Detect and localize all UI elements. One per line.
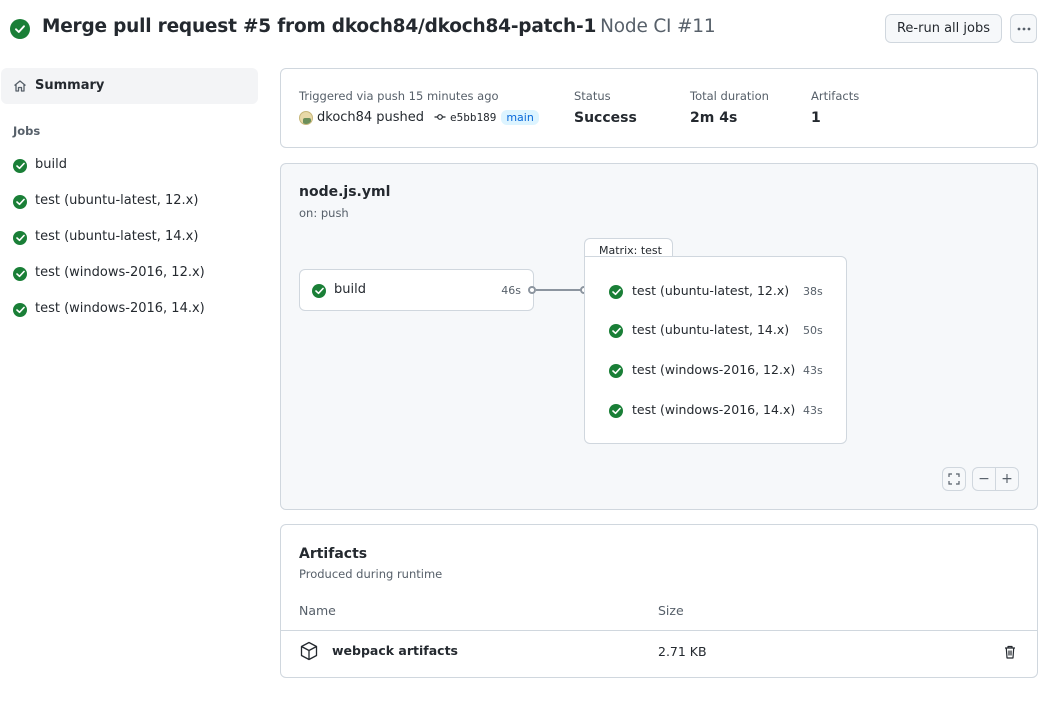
run-title: Merge pull request #5 from dkoch84/dkoch… bbox=[42, 16, 597, 37]
sidebar-job-test-windows-12[interactable]: test (windows-2016, 12.x) bbox=[1, 259, 258, 289]
artifacts-card: Artifacts Produced during runtime Name S… bbox=[280, 524, 1038, 678]
more-options-button[interactable] bbox=[1010, 14, 1037, 43]
artifacts-count-label: Artifacts bbox=[811, 89, 860, 103]
graph-job-name: test (windows-2016, 14.x) bbox=[632, 402, 796, 417]
artifacts-subtitle: Produced during runtime bbox=[299, 567, 443, 581]
graph-job-name: build bbox=[334, 282, 366, 297]
sidebar-job-label: build bbox=[35, 157, 67, 172]
graph-job-name: test (windows-2016, 12.x) bbox=[632, 362, 796, 377]
status-value: Success bbox=[574, 110, 637, 126]
workflow-graph-card: node.js.yml on: push build 46s Matrix: t… bbox=[280, 163, 1038, 510]
sidebar-job-build[interactable]: build bbox=[1, 151, 258, 181]
workflow-run-id: Node CI #11 bbox=[600, 16, 716, 37]
kebab-horizontal-icon bbox=[1017, 27, 1030, 30]
status-label: Status bbox=[574, 89, 611, 103]
check-circle-icon bbox=[609, 404, 623, 418]
graph-job-name: test (ubuntu-latest, 12.x) bbox=[632, 283, 790, 298]
branch-tag[interactable]: main bbox=[501, 110, 539, 125]
check-circle-icon bbox=[609, 285, 623, 299]
fullscreen-button[interactable] bbox=[942, 467, 966, 491]
artifact-name-link[interactable]: webpack artifacts bbox=[332, 643, 458, 658]
graph-connector-line bbox=[536, 289, 581, 291]
home-icon bbox=[13, 79, 27, 97]
sidebar-job-label: test (ubuntu-latest, 14.x) bbox=[35, 229, 199, 244]
sidebar-job-label: test (ubuntu-latest, 12.x) bbox=[35, 193, 199, 208]
sidebar-job-label: test (windows-2016, 12.x) bbox=[35, 265, 205, 280]
commit-sha-link[interactable]: e5bb189 bbox=[450, 111, 496, 124]
workflow-trigger: on: push bbox=[299, 206, 349, 220]
sidebar-job-label: test (windows-2016, 14.x) bbox=[35, 301, 205, 316]
jobs-heading: Jobs bbox=[13, 124, 41, 138]
check-circle-icon bbox=[609, 324, 623, 338]
artifacts-divider bbox=[281, 630, 1037, 631]
artifacts-title: Artifacts bbox=[299, 546, 368, 562]
sidebar-summary-label: Summary bbox=[35, 78, 105, 93]
graph-job-test-ubuntu-12[interactable]: test (ubuntu-latest, 12.x) 38s bbox=[609, 282, 829, 302]
package-icon bbox=[300, 641, 318, 665]
graph-job-duration: 38s bbox=[803, 285, 823, 298]
graph-job-test-ubuntu-14[interactable]: test (ubuntu-latest, 14.x) 50s bbox=[609, 321, 829, 341]
duration-value: 2m 4s bbox=[690, 110, 738, 126]
check-circle-icon bbox=[13, 159, 27, 173]
check-circle-icon bbox=[609, 364, 623, 378]
graph-job-duration: 43s bbox=[803, 404, 823, 417]
graph-job-test-windows-12[interactable]: test (windows-2016, 12.x) 43s bbox=[609, 361, 829, 381]
sidebar-job-test-ubuntu-12[interactable]: test (ubuntu-latest, 12.x) bbox=[1, 187, 258, 217]
sidebar-item-summary[interactable]: Summary bbox=[1, 68, 258, 104]
zoom-out-button[interactable]: − bbox=[972, 467, 996, 491]
rerun-all-jobs-button[interactable]: Re-run all jobs bbox=[885, 14, 1002, 43]
check-circle-icon bbox=[13, 195, 27, 209]
check-circle-icon bbox=[13, 267, 27, 281]
page-title: Merge pull request #5 from dkoch84/dkoch… bbox=[42, 16, 716, 37]
run-summary-card: Triggered via push 15 minutes ago dkoch8… bbox=[280, 68, 1038, 148]
sidebar-job-test-windows-14[interactable]: test (windows-2016, 14.x) bbox=[1, 295, 258, 325]
trigger-text: Triggered via push 15 minutes ago bbox=[299, 89, 499, 103]
graph-job-duration: 50s bbox=[803, 324, 823, 337]
matrix-group: test (ubuntu-latest, 12.x) 38s test (ubu… bbox=[584, 256, 847, 444]
graph-job-duration: 43s bbox=[803, 364, 823, 377]
workflow-file-name[interactable]: node.js.yml bbox=[299, 184, 390, 200]
artifacts-col-size: Size bbox=[658, 603, 684, 618]
check-circle-icon bbox=[312, 284, 326, 298]
graph-connector-start bbox=[528, 286, 536, 294]
push-info: dkoch84 pushed e5bb189 main bbox=[299, 110, 539, 125]
push-verb: pushed bbox=[376, 110, 424, 125]
git-commit-icon bbox=[434, 110, 446, 125]
graph-job-duration: 46s bbox=[501, 284, 521, 297]
artifacts-col-name: Name bbox=[299, 603, 336, 618]
trash-icon[interactable] bbox=[1004, 645, 1016, 663]
duration-label: Total duration bbox=[690, 89, 769, 103]
avatar[interactable] bbox=[299, 110, 313, 125]
run-success-icon bbox=[10, 19, 30, 39]
check-circle-icon bbox=[13, 231, 27, 245]
screen-full-icon bbox=[948, 473, 960, 485]
graph-job-test-windows-14[interactable]: test (windows-2016, 14.x) 43s bbox=[609, 401, 829, 421]
artifacts-count-value[interactable]: 1 bbox=[811, 110, 821, 126]
sidebar-job-test-ubuntu-14[interactable]: test (ubuntu-latest, 14.x) bbox=[1, 223, 258, 253]
user-link[interactable]: dkoch84 bbox=[317, 110, 372, 125]
graph-job-build[interactable]: build 46s bbox=[299, 269, 534, 311]
zoom-in-button[interactable]: + bbox=[995, 467, 1019, 491]
artifact-size: 2.71 KB bbox=[658, 644, 707, 659]
check-circle-icon bbox=[13, 303, 27, 317]
graph-job-name: test (ubuntu-latest, 14.x) bbox=[632, 322, 790, 337]
